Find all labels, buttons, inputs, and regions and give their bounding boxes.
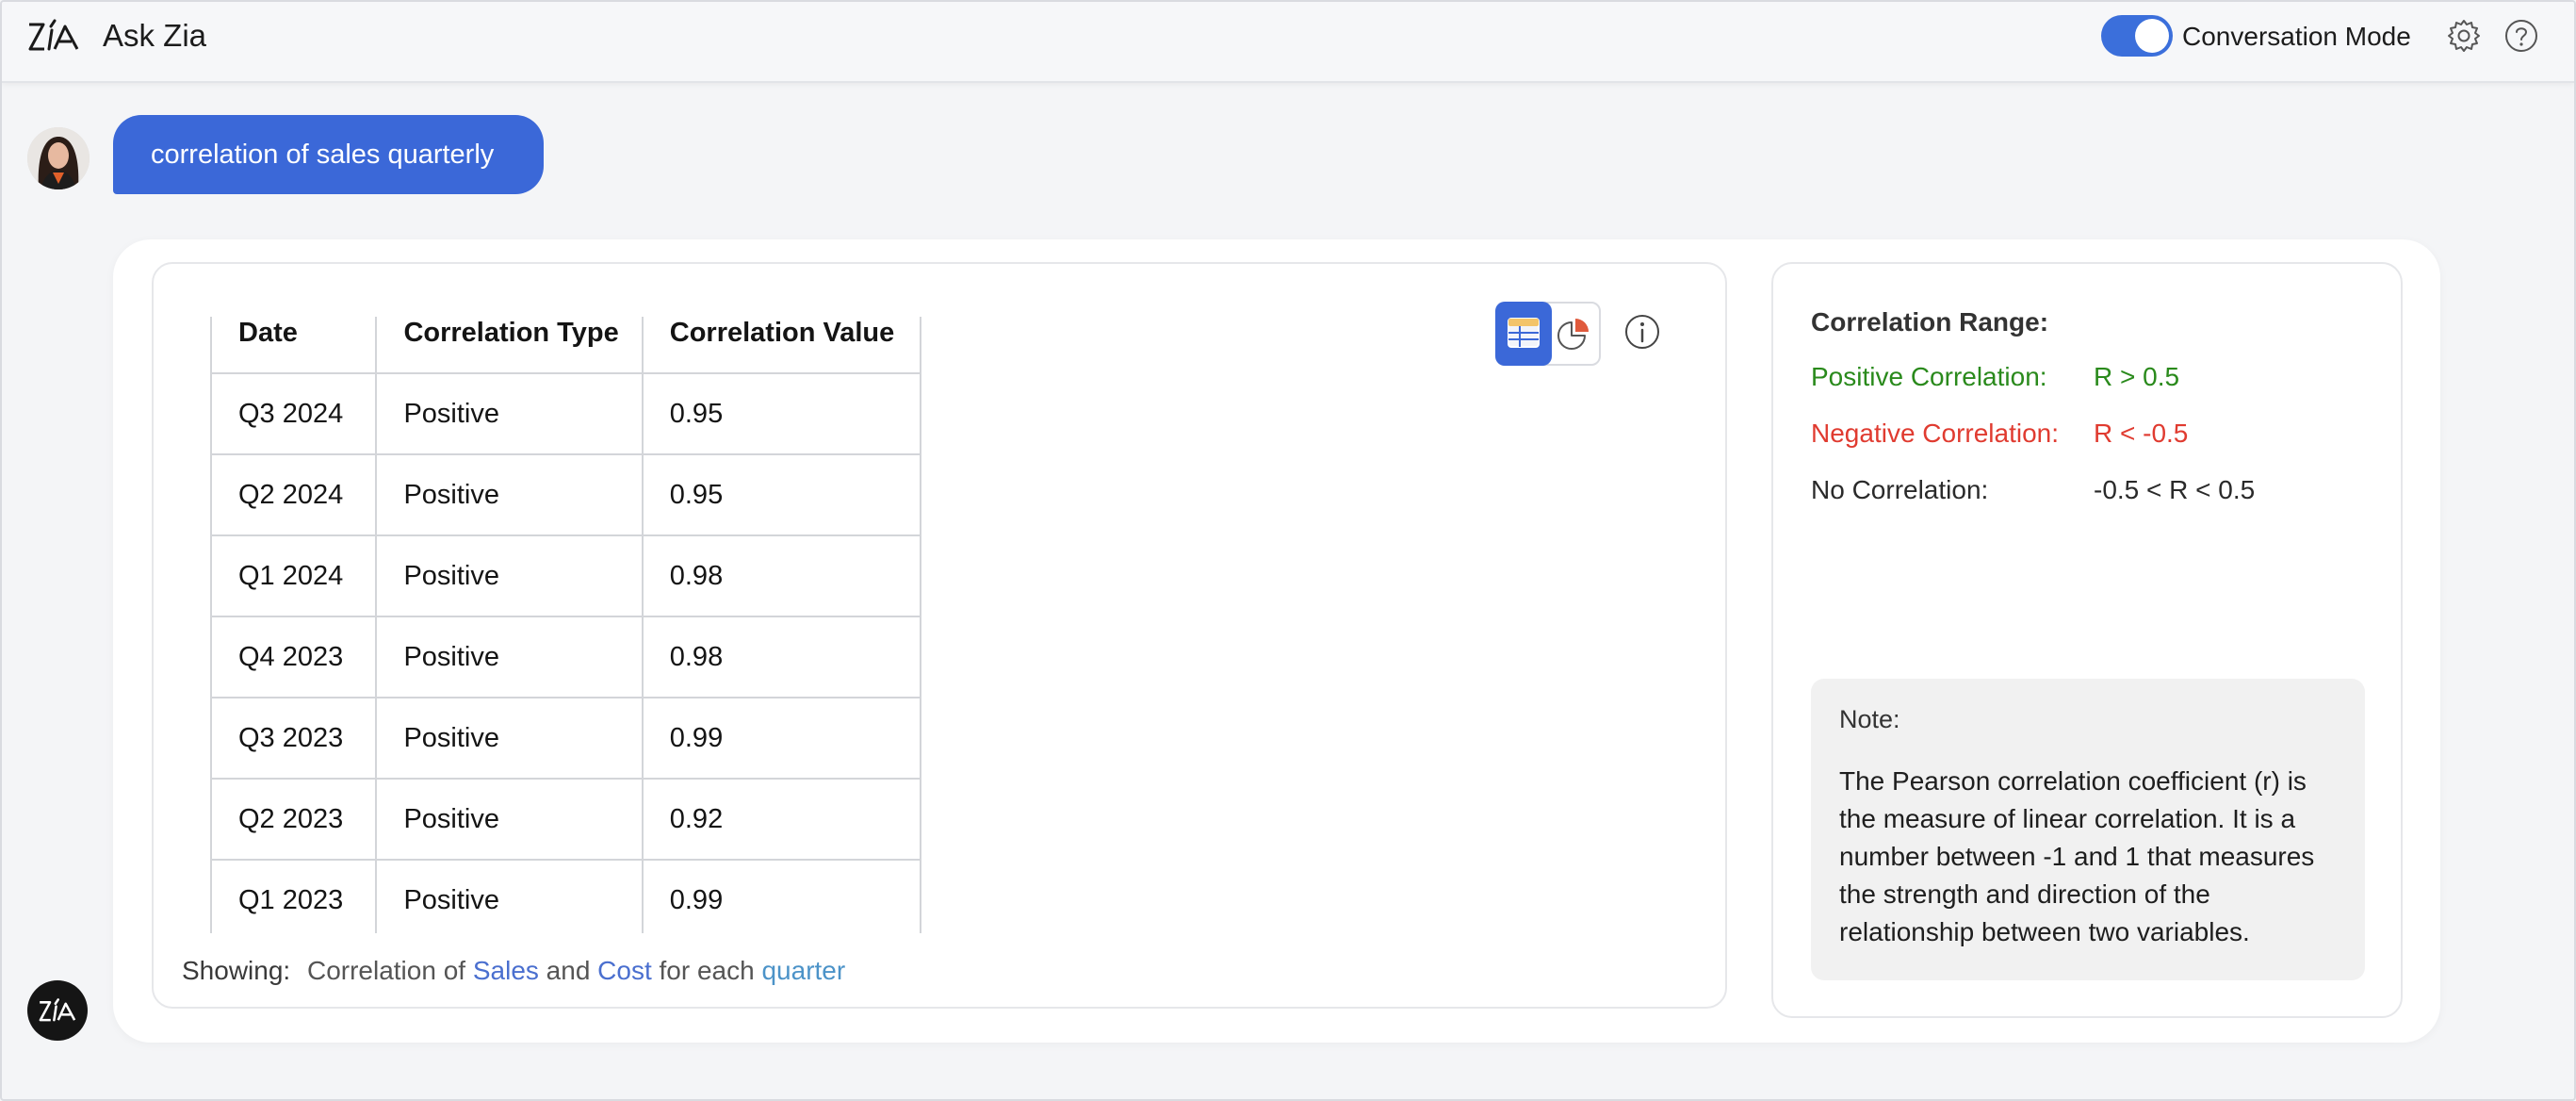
showing-label: Showing:	[182, 956, 291, 985]
response-card: Date Correlation Type Correlation Value …	[113, 239, 2440, 1043]
positive-correlation-label: Positive Correlation:	[1811, 362, 2047, 391]
note-title: Note:	[1839, 705, 1900, 733]
user-message-bubble: correlation of sales quarterly	[113, 115, 544, 194]
correlation-info-panel: Correlation Range: Positive Correlation:…	[1771, 262, 2403, 1018]
cell-date: Q1 2024	[210, 534, 378, 616]
table-view-icon	[1508, 318, 1540, 348]
cell-type: Positive	[375, 372, 644, 454]
cell-value: 0.92	[641, 778, 921, 860]
cell-type: Positive	[375, 697, 644, 779]
top-bar: Ask Zia Conversation Mode	[2, 2, 2574, 83]
table-row: Q2 2023 Positive 0.92	[210, 778, 921, 860]
zia-assistant-icon	[39, 998, 76, 1022]
showing-metric-cost[interactable]: Cost	[597, 956, 652, 985]
negative-correlation-label: Negative Correlation:	[1811, 419, 2060, 448]
table-row: Q1 2023 Positive 0.99	[210, 859, 921, 933]
showing-metric-sales[interactable]: Sales	[473, 956, 539, 985]
help-icon[interactable]	[2503, 18, 2539, 54]
gear-icon[interactable]	[2446, 18, 2482, 54]
table-row: Q4 2023 Positive 0.98	[210, 616, 921, 698]
toggle-knob	[2135, 19, 2169, 53]
showing-suffix: for each	[659, 956, 755, 985]
conversation-mode-label: Conversation Mode	[2182, 22, 2411, 51]
showing-joiner: and	[546, 956, 591, 985]
note-text: The Pearson correlation coefficient (r) …	[1839, 766, 2315, 946]
showing-dimension-quarter[interactable]: quarter	[761, 956, 845, 985]
table-header-row: Date Correlation Type Correlation Value	[210, 317, 921, 373]
table-row: Q3 2023 Positive 0.99	[210, 697, 921, 779]
correlation-table: Date Correlation Type Correlation Value …	[210, 317, 921, 933]
cell-date: Q2 2023	[210, 778, 378, 860]
cell-value: 0.98	[641, 534, 921, 616]
cell-date: Q4 2023	[210, 616, 378, 698]
showing-prefix: Correlation of	[306, 956, 466, 985]
cell-value: 0.95	[641, 453, 921, 535]
column-header-date[interactable]: Date	[210, 317, 378, 373]
column-header-correlation-type[interactable]: Correlation Type	[375, 317, 644, 373]
zia-logo-icon[interactable]	[26, 17, 81, 55]
zia-assistant-button[interactable]	[27, 980, 88, 1041]
info-icon[interactable]	[1623, 313, 1661, 351]
table-row: Q3 2024 Positive 0.95	[210, 372, 921, 454]
cell-date: Q3 2024	[210, 372, 378, 454]
cell-date: Q3 2023	[210, 697, 378, 779]
no-correlation-value: -0.5 < R < 0.5	[2094, 475, 2256, 504]
app-window: Ask Zia Conversation Mode correlation of…	[0, 0, 2576, 1101]
view-switcher	[1495, 302, 1601, 366]
cell-value: 0.98	[641, 616, 921, 698]
table-view-button[interactable]	[1495, 302, 1552, 366]
cell-date: Q2 2024	[210, 453, 378, 535]
table-row: Q2 2024 Positive 0.95	[210, 453, 921, 535]
cell-value: 0.99	[641, 697, 921, 779]
showing-description: Showing: Correlation of Sales and Cost f…	[182, 956, 845, 986]
negative-correlation-value: R < -0.5	[2094, 419, 2189, 448]
no-correlation-label: No Correlation:	[1811, 475, 1989, 504]
cell-value: 0.95	[641, 372, 921, 454]
user-avatar	[27, 127, 90, 189]
column-header-correlation-value[interactable]: Correlation Value	[641, 317, 921, 373]
cell-type: Positive	[375, 778, 644, 860]
cell-type: Positive	[375, 859, 644, 933]
cell-type: Positive	[375, 616, 644, 698]
note-box: Note: The Pearson correlation coefficien…	[1811, 679, 2365, 980]
cell-value: 0.99	[641, 859, 921, 933]
correlation-table-container[interactable]: Date Correlation Type Correlation Value …	[210, 317, 921, 933]
cell-date: Q1 2023	[210, 859, 378, 933]
result-panel: Date Correlation Type Correlation Value …	[152, 262, 1727, 1009]
cell-type: Positive	[375, 534, 644, 616]
correlation-range-title: Correlation Range:	[1811, 307, 2049, 337]
pie-chart-icon[interactable]	[1556, 317, 1591, 353]
app-title: Ask Zia	[103, 18, 207, 53]
table-row: Q1 2024 Positive 0.98	[210, 534, 921, 616]
conversation-mode-toggle[interactable]	[2101, 15, 2173, 57]
cell-type: Positive	[375, 453, 644, 535]
positive-correlation-value: R > 0.5	[2094, 362, 2180, 391]
